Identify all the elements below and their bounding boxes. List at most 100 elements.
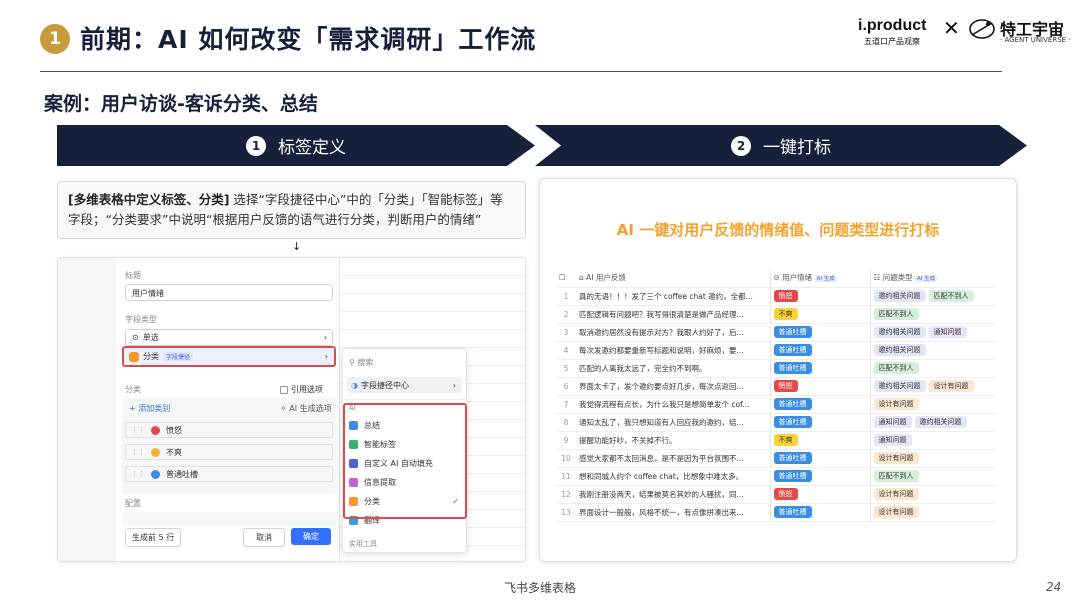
- anger-color-dot[interactable]: [151, 425, 160, 435]
- row-number: 1: [556, 287, 576, 306]
- feedback-cell[interactable]: 真的无语！！！发了三个 coffee chat 邀约，全都...: [576, 287, 771, 306]
- confirm-button[interactable]: 确定: [291, 528, 331, 545]
- feedback-cell[interactable]: 界面设计一般般，风格不统一，有点像拼凑出来...: [576, 503, 771, 522]
- field-title-input[interactable]: 用户情绪: [125, 284, 333, 301]
- emotion-tag: 愤怒: [773, 488, 798, 500]
- emotion-cell[interactable]: 普通吐槽: [770, 341, 871, 360]
- header-emotion[interactable]: ⊝ 用户情绪 AI 生成: [770, 269, 871, 288]
- problem-type-tag: 邀约相关问题: [873, 344, 926, 356]
- drag-handle-icon[interactable]: ⋮⋮: [131, 426, 145, 434]
- table-row[interactable]: 13 界面设计一般般，风格不统一，有点像拼凑出来... 普通吐槽 设计有问题: [556, 503, 996, 522]
- table-row[interactable]: 5 匹配的人离我太远了，完全约不到啊。 普通吐槽 匹配不到人: [556, 359, 996, 378]
- emotion-tag: 普通吐槽: [773, 398, 812, 410]
- generate-first-rows-button[interactable]: 生成前 5 行: [125, 528, 182, 547]
- table-row[interactable]: 3 取消邀约居然没有提示对方？我跟人约好了，后... 普通吐槽 邀约相关问题 通知问题: [556, 323, 996, 342]
- emotion-tag: 不爽: [773, 308, 798, 320]
- emotion-cell[interactable]: 不爽: [770, 305, 871, 324]
- category-row-anger[interactable]: ⋮⋮愤怒×: [125, 422, 350, 438]
- feedback-cell[interactable]: 匹配逻辑有问题吧？我写得很清楚是做产品经理...: [576, 305, 771, 324]
- category-row-complaint[interactable]: ⋮⋮普通吐槽×: [125, 466, 350, 482]
- emotion-cell[interactable]: 普通吐槽: [770, 359, 871, 378]
- problem-type-cell[interactable]: 设计有问题: [870, 503, 996, 522]
- problem-type-cell[interactable]: 通知问题: [870, 431, 996, 450]
- table-row[interactable]: 7 我觉得流程有点长，为什么我只是想简单发个 cof... 普通吐槽 设计有问题: [556, 395, 996, 414]
- problem-type-cell[interactable]: 匹配不到人: [870, 305, 996, 324]
- problem-type-cell[interactable]: 通知问题 邀约相关问题: [870, 413, 996, 432]
- shortcut-tag: 字段捷径: [163, 352, 194, 361]
- table-row[interactable]: 11 想和同城人约个 coffee chat，比想象中难太多。 普通吐槽 匹配不到人: [556, 467, 996, 486]
- problem-type-cell[interactable]: 邀约相关问题 通知问题: [870, 323, 996, 342]
- field-type-label: 字段类型: [125, 315, 157, 324]
- column-header-label: 用户情绪: [782, 273, 813, 283]
- feedback-cell[interactable]: 感觉大家都不太回消息，是不是因为平台氛围不...: [576, 449, 771, 468]
- popup-search-input[interactable]: ⚲ 搜索: [349, 357, 373, 368]
- feedback-cell[interactable]: 提醒功能好吵，不关掉不行。: [576, 431, 771, 450]
- cancel-button[interactable]: 取消: [243, 528, 285, 547]
- field-type-single-option[interactable]: ⊙ 单选 ›: [125, 329, 333, 346]
- table-row[interactable]: 6 界面太卡了，发个邀约要点好几步，每次点返回... 愤怒 邀约相关问题 设计有问题: [556, 377, 996, 396]
- category-row-upset[interactable]: ⋮⋮不爽×: [125, 444, 350, 460]
- table-row[interactable]: 8 通知太乱了，我只想知道有人回应我的邀约，结... 普通吐槽 通知问题 邀约相关问题: [556, 413, 996, 432]
- reference-option-label: 引用选项: [291, 385, 323, 394]
- select-all-checkbox[interactable]: ☐: [556, 269, 576, 288]
- emotion-cell[interactable]: 愤怒: [770, 287, 871, 306]
- emotion-cell[interactable]: 普通吐槽: [770, 449, 871, 468]
- problem-type-tag: 通知问题: [873, 416, 912, 428]
- field-type-category-option[interactable]: 分类 字段捷径 ›: [125, 348, 333, 365]
- table-row[interactable]: 2 匹配逻辑有问题吧？我写得很清楚是做产品经理... 不爽 匹配不到人: [556, 305, 996, 324]
- table-row[interactable]: 10 感觉大家都不太回消息，是不是因为平台氛围不... 普通吐槽 设计有问题: [556, 449, 996, 468]
- table-row[interactable]: 4 每次发邀约都要重新写标题和说明，好麻烦，要... 普通吐槽 邀约相关问题: [556, 341, 996, 360]
- problem-type-cell[interactable]: 邀约相关问题 匹配不到人: [870, 287, 996, 306]
- problem-type-cell[interactable]: 设计有问题: [870, 485, 996, 504]
- problem-type-cell[interactable]: 匹配不到人: [870, 359, 996, 378]
- problem-type-cell[interactable]: 设计有问题: [870, 395, 996, 414]
- emotion-cell[interactable]: 普通吐槽: [770, 413, 871, 432]
- problem-type-cell[interactable]: 匹配不到人: [870, 467, 996, 486]
- popup-search-placeholder: 搜索: [357, 358, 374, 367]
- checkbox-icon[interactable]: [280, 385, 288, 394]
- upset-color-dot[interactable]: [151, 447, 160, 457]
- problem-type-cell[interactable]: 设计有问题: [870, 449, 996, 468]
- feedback-cell[interactable]: 通知太乱了，我只想知道有人回应我的邀约，结...: [576, 413, 771, 432]
- section-number-badge: 1: [40, 24, 70, 54]
- add-category-button[interactable]: + 添加类别: [129, 403, 170, 414]
- table-row[interactable]: 12 我刚注册没两天，结果被莫名其妙的人骚扰，同... 愤怒 设计有问题: [556, 485, 996, 504]
- problem-type-tag: 邀约相关问题: [914, 416, 967, 428]
- feedback-cell[interactable]: 取消邀约居然没有提示对方？我跟人约好了，后...: [576, 323, 771, 342]
- emotion-cell[interactable]: 不爽: [770, 431, 871, 450]
- ai-generate-options-button[interactable]: ✧ AI 生成选项: [280, 403, 332, 414]
- feedback-cell[interactable]: 界面太卡了，发个邀约要点好几步，每次点返回...: [576, 377, 771, 396]
- emotion-cell[interactable]: 普通吐槽: [770, 503, 871, 522]
- category-section-label: 分类: [125, 385, 141, 394]
- row-number: 3: [556, 323, 576, 342]
- drag-handle-icon[interactable]: ⋮⋮: [131, 448, 145, 456]
- header-feedback[interactable]: ⌂ AI 用户反馈: [576, 269, 771, 288]
- complaint-color-dot[interactable]: [151, 469, 160, 479]
- emotion-cell[interactable]: 愤怒: [770, 377, 871, 396]
- reference-option-toggle[interactable]: 引用选项: [280, 384, 323, 395]
- emotion-cell[interactable]: 普通吐槽: [770, 395, 871, 414]
- emotion-cell[interactable]: 愤怒: [770, 485, 871, 504]
- emotion-cell[interactable]: 普通吐槽: [770, 467, 871, 486]
- feedback-cell[interactable]: 想和同城人约个 coffee chat，比想象中难太多。: [576, 467, 771, 486]
- chevron-right-icon: ›: [452, 380, 456, 390]
- row-number: 2: [556, 305, 576, 324]
- shortcut-center-item[interactable]: ◑ 字段捷径中心 ›: [347, 377, 462, 393]
- feedback-cell[interactable]: 每次发邀约都要重新写标题和说明，好麻烦，要...: [576, 341, 771, 360]
- table-row[interactable]: 9 提醒功能好吵，不关掉不行。 不爽 通知问题: [556, 431, 996, 450]
- emotion-tag: 普通吐槽: [773, 506, 812, 518]
- problem-type-cell[interactable]: 邀约相关问题: [870, 341, 996, 360]
- problem-type-cell[interactable]: 邀约相关问题 设计有问题: [870, 377, 996, 396]
- field-config-screenshot: 标题 用户情绪 字段类型 ⊙ 单选 › 分类 字段捷径 › 分类 引用选项 + …: [57, 257, 526, 562]
- drag-handle-icon[interactable]: ⋮⋮: [131, 470, 145, 478]
- emotion-cell[interactable]: 普通吐槽: [770, 323, 871, 342]
- step-2-label: 一键打标: [763, 138, 831, 158]
- feedback-cell[interactable]: 我觉得流程有点长，为什么我只是想简单发个 cof...: [576, 395, 771, 414]
- feedback-cell[interactable]: 我刚注册没两天，结果被莫名其妙的人骚扰，同...: [576, 485, 771, 504]
- feedback-cell[interactable]: 匹配的人离我太远了，完全约不到啊。: [576, 359, 771, 378]
- table-row[interactable]: 1 真的无语！！！发了三个 coffee chat 邀约，全都... 愤怒 邀约相关问…: [556, 287, 996, 306]
- problem-type-tag: 设计有问题: [928, 380, 974, 392]
- step-2-banner: 2 一键打标: [535, 125, 1027, 166]
- header-problem-type[interactable]: ☷ 问题类型 AI 生成: [870, 269, 996, 288]
- emotion-tag: 普通吐槽: [773, 326, 812, 338]
